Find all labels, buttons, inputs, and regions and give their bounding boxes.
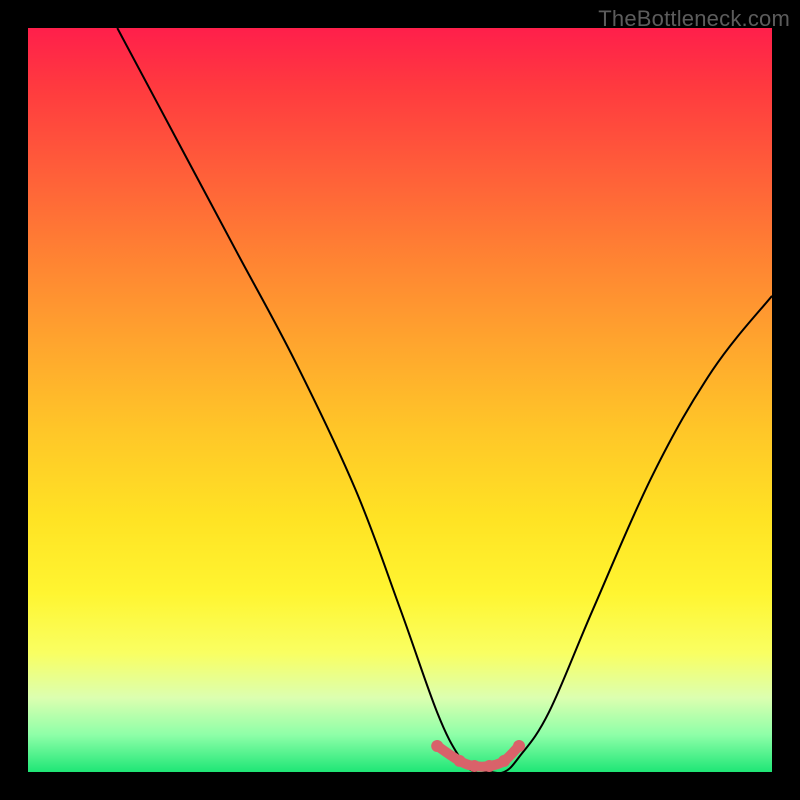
plot-area [28, 28, 772, 772]
optimal-band-dot [431, 740, 443, 752]
chart-svg [28, 28, 772, 772]
optimal-band-dot [483, 760, 495, 772]
optimal-band-dot [498, 755, 510, 767]
watermark-text: TheBottleneck.com [598, 6, 790, 32]
bottleneck-curve [117, 28, 772, 773]
chart-frame: TheBottleneck.com [0, 0, 800, 800]
optimal-band-dot [468, 760, 480, 772]
optimal-band-dot [513, 740, 525, 752]
optimal-band-dot [454, 755, 466, 767]
